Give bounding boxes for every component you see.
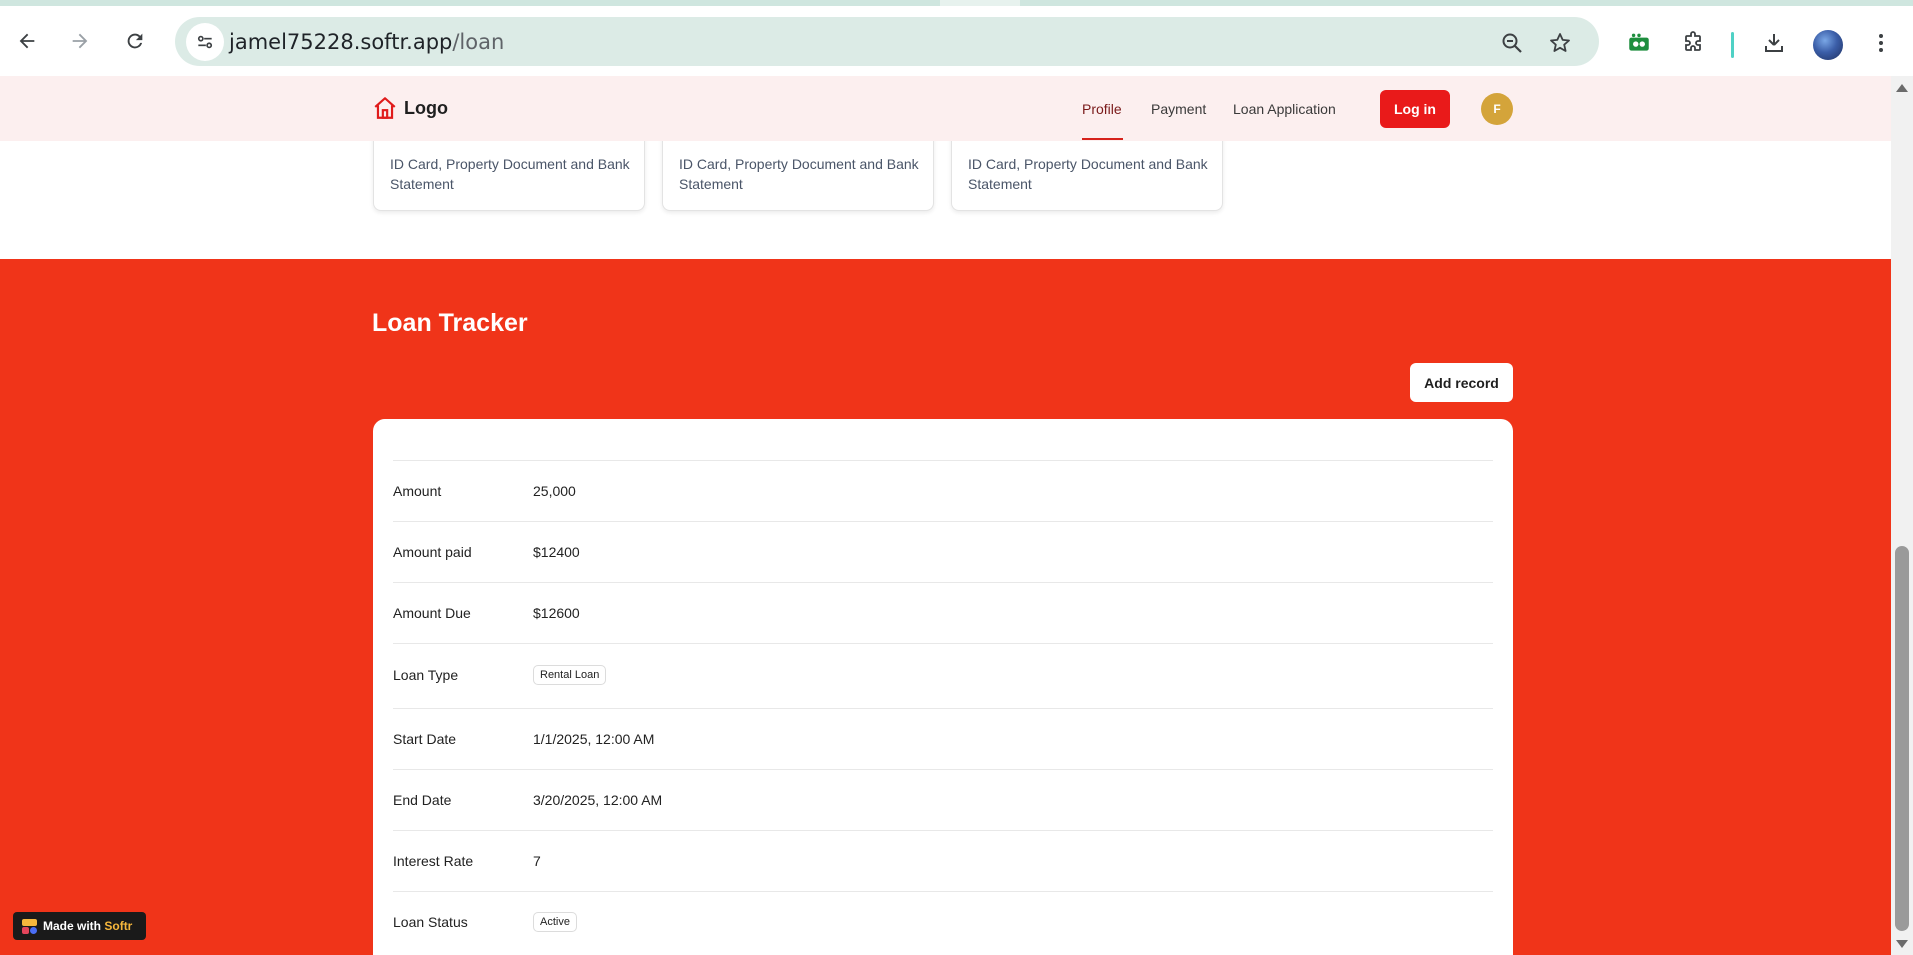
- scroll-down-arrow-icon[interactable]: [1896, 940, 1908, 948]
- bookmark-button[interactable]: [1546, 29, 1574, 57]
- scroll-thumb[interactable]: [1895, 546, 1909, 931]
- forward-button[interactable]: [62, 23, 98, 59]
- site-logo[interactable]: Logo: [372, 95, 448, 121]
- extension-cam-icon: [1629, 33, 1649, 51]
- page-scrollbar[interactable]: [1891, 76, 1913, 955]
- site-header: Logo Profile Payment Loan Application Lo…: [0, 76, 1891, 141]
- badge-brand: Softr: [104, 919, 133, 933]
- field-row-end-date: End Date 3/20/2025, 12:00 AM: [393, 770, 1493, 831]
- field-value: 1/1/2025, 12:00 AM: [533, 731, 655, 747]
- loan-tracker-section: Loan Tracker Add record Amount 25,000 Am…: [0, 259, 1891, 955]
- document-cards-section: ID Card, Property Document and Bank Stat…: [0, 121, 1891, 259]
- field-value: 7: [533, 853, 541, 869]
- field-row-interest-rate: Interest Rate 7: [393, 831, 1493, 892]
- reload-icon: [127, 33, 143, 49]
- star-icon: [1550, 33, 1570, 52]
- puzzle-icon: [1685, 31, 1701, 51]
- zoom-out-icon: [1502, 33, 1522, 53]
- field-label: Loan Status: [393, 914, 468, 930]
- field-label: Amount: [393, 483, 442, 499]
- user-avatar[interactable]: F: [1481, 93, 1513, 125]
- url-path: /loan: [452, 30, 505, 54]
- record-details-card: Amount 25,000 Amount paid $12400 Amount …: [373, 419, 1513, 955]
- field-row-amount: Amount 25,000: [393, 461, 1493, 522]
- made-with-softr-badge[interactable]: Made with Softr: [13, 912, 146, 940]
- active-nav-indicator: [1082, 138, 1123, 140]
- field-value: $12600: [533, 605, 580, 621]
- scroll-up-arrow-icon[interactable]: [1896, 84, 1908, 92]
- field-label: Amount Due: [393, 605, 471, 621]
- address-bar[interactable]: jamel75228.softr.app/loan: [175, 17, 1599, 66]
- field-label: Amount paid: [393, 544, 472, 560]
- toolbar-divider: [1731, 32, 1734, 58]
- zoom-button[interactable]: [1498, 29, 1526, 57]
- reload-button[interactable]: [117, 23, 153, 59]
- arrow-left-icon: [19, 33, 35, 49]
- section-title: Loan Tracker: [372, 309, 528, 337]
- field-row-amount-paid: Amount paid $12400: [393, 522, 1493, 583]
- browser-profile-avatar[interactable]: [1813, 30, 1843, 60]
- back-button[interactable]: [9, 23, 45, 59]
- arrow-right-icon: [72, 33, 88, 49]
- tune-icon: [197, 35, 213, 49]
- extensions-button[interactable]: [1678, 28, 1708, 58]
- field-label: Loan Type: [393, 667, 459, 683]
- nav-loan-application[interactable]: Loan Application: [1233, 101, 1336, 117]
- field-row-start-date: Start Date 1/1/2025, 12:00 AM: [393, 709, 1493, 770]
- extension-button-1[interactable]: [1624, 28, 1654, 58]
- more-vert-icon: [1879, 34, 1883, 52]
- logo-text: Logo: [404, 97, 448, 118]
- field-label: End Date: [393, 792, 452, 808]
- field-row-loan-status: Loan Status Active: [393, 892, 1493, 955]
- badge-text: Made with Softr: [43, 919, 132, 933]
- loan-status-tag: Active: [533, 912, 577, 932]
- browser-menu-button[interactable]: [1866, 28, 1896, 58]
- browser-toolbar: jamel75228.softr.app/loan: [0, 6, 1913, 76]
- nav-profile[interactable]: Profile: [1082, 101, 1122, 117]
- field-value: 25,000: [533, 483, 576, 499]
- login-button[interactable]: Log in: [1380, 90, 1450, 128]
- url-text[interactable]: jamel75228.softr.app/loan: [229, 30, 504, 54]
- nav-payment[interactable]: Payment: [1151, 101, 1206, 117]
- loan-type-tag: Rental Loan: [533, 665, 607, 685]
- add-record-button[interactable]: Add record: [1410, 363, 1513, 402]
- field-row-loan-type: Loan Type Rental Loan: [393, 644, 1493, 709]
- download-icon: [1765, 34, 1783, 52]
- site-info-button[interactable]: [186, 23, 224, 61]
- field-value: 3/20/2025, 12:00 AM: [533, 792, 663, 808]
- field-label: Start Date: [393, 731, 457, 747]
- field-label: Interest Rate: [393, 853, 474, 869]
- document-card-text: ID Card, Property Document and Bank Stat…: [968, 156, 1208, 192]
- field-value: $12400: [533, 544, 580, 560]
- field-row-amount-due: Amount Due $12600: [393, 583, 1493, 644]
- downloads-button[interactable]: [1759, 28, 1789, 58]
- home-icon: [374, 97, 396, 119]
- document-card-text: ID Card, Property Document and Bank Stat…: [390, 156, 630, 192]
- badge-prefix: Made with: [43, 919, 102, 933]
- softr-logo-icon: [22, 918, 37, 934]
- url-host: jamel75228.softr.app: [229, 30, 453, 54]
- document-card-text: ID Card, Property Document and Bank Stat…: [679, 156, 919, 192]
